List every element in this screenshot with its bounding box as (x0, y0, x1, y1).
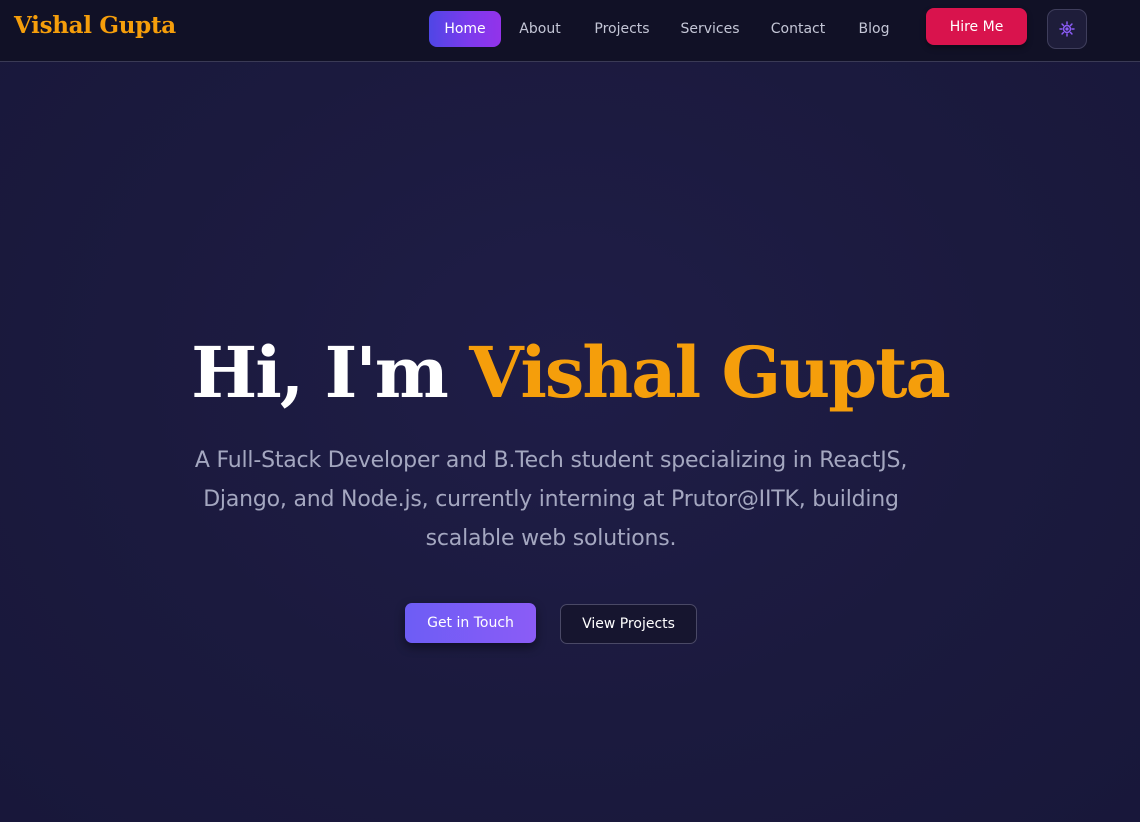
nav-item-blog[interactable]: Blog (841, 11, 907, 47)
nav-item-about[interactable]: About (501, 11, 579, 47)
nav-item-services[interactable]: Services (665, 11, 755, 47)
theme-toggle-button[interactable] (1047, 9, 1087, 49)
hero-name: Vishal Gupta (469, 331, 951, 414)
gear-icon (1059, 21, 1075, 37)
nav-item-projects[interactable]: Projects (579, 11, 665, 47)
nav-links: Home About Projects Services Contact Blo… (429, 11, 907, 47)
hero-greeting: Hi, I'm (191, 331, 449, 414)
nav-item-home[interactable]: Home (429, 11, 501, 47)
get-in-touch-button[interactable]: Get in Touch (405, 603, 536, 643)
hire-me-button[interactable]: Hire Me (926, 8, 1027, 45)
nav-item-contact[interactable]: Contact (755, 11, 841, 47)
hero-subtitle: A Full-Stack Developer and B.Tech studen… (194, 448, 908, 551)
brand-logo[interactable]: Vishal Gupta (14, 12, 176, 39)
view-projects-button[interactable]: View Projects (560, 604, 697, 644)
navbar: Vishal Gupta Home About Projects Service… (0, 0, 1140, 62)
hero-title: Hi, I'm Vishal Gupta (0, 330, 1140, 416)
